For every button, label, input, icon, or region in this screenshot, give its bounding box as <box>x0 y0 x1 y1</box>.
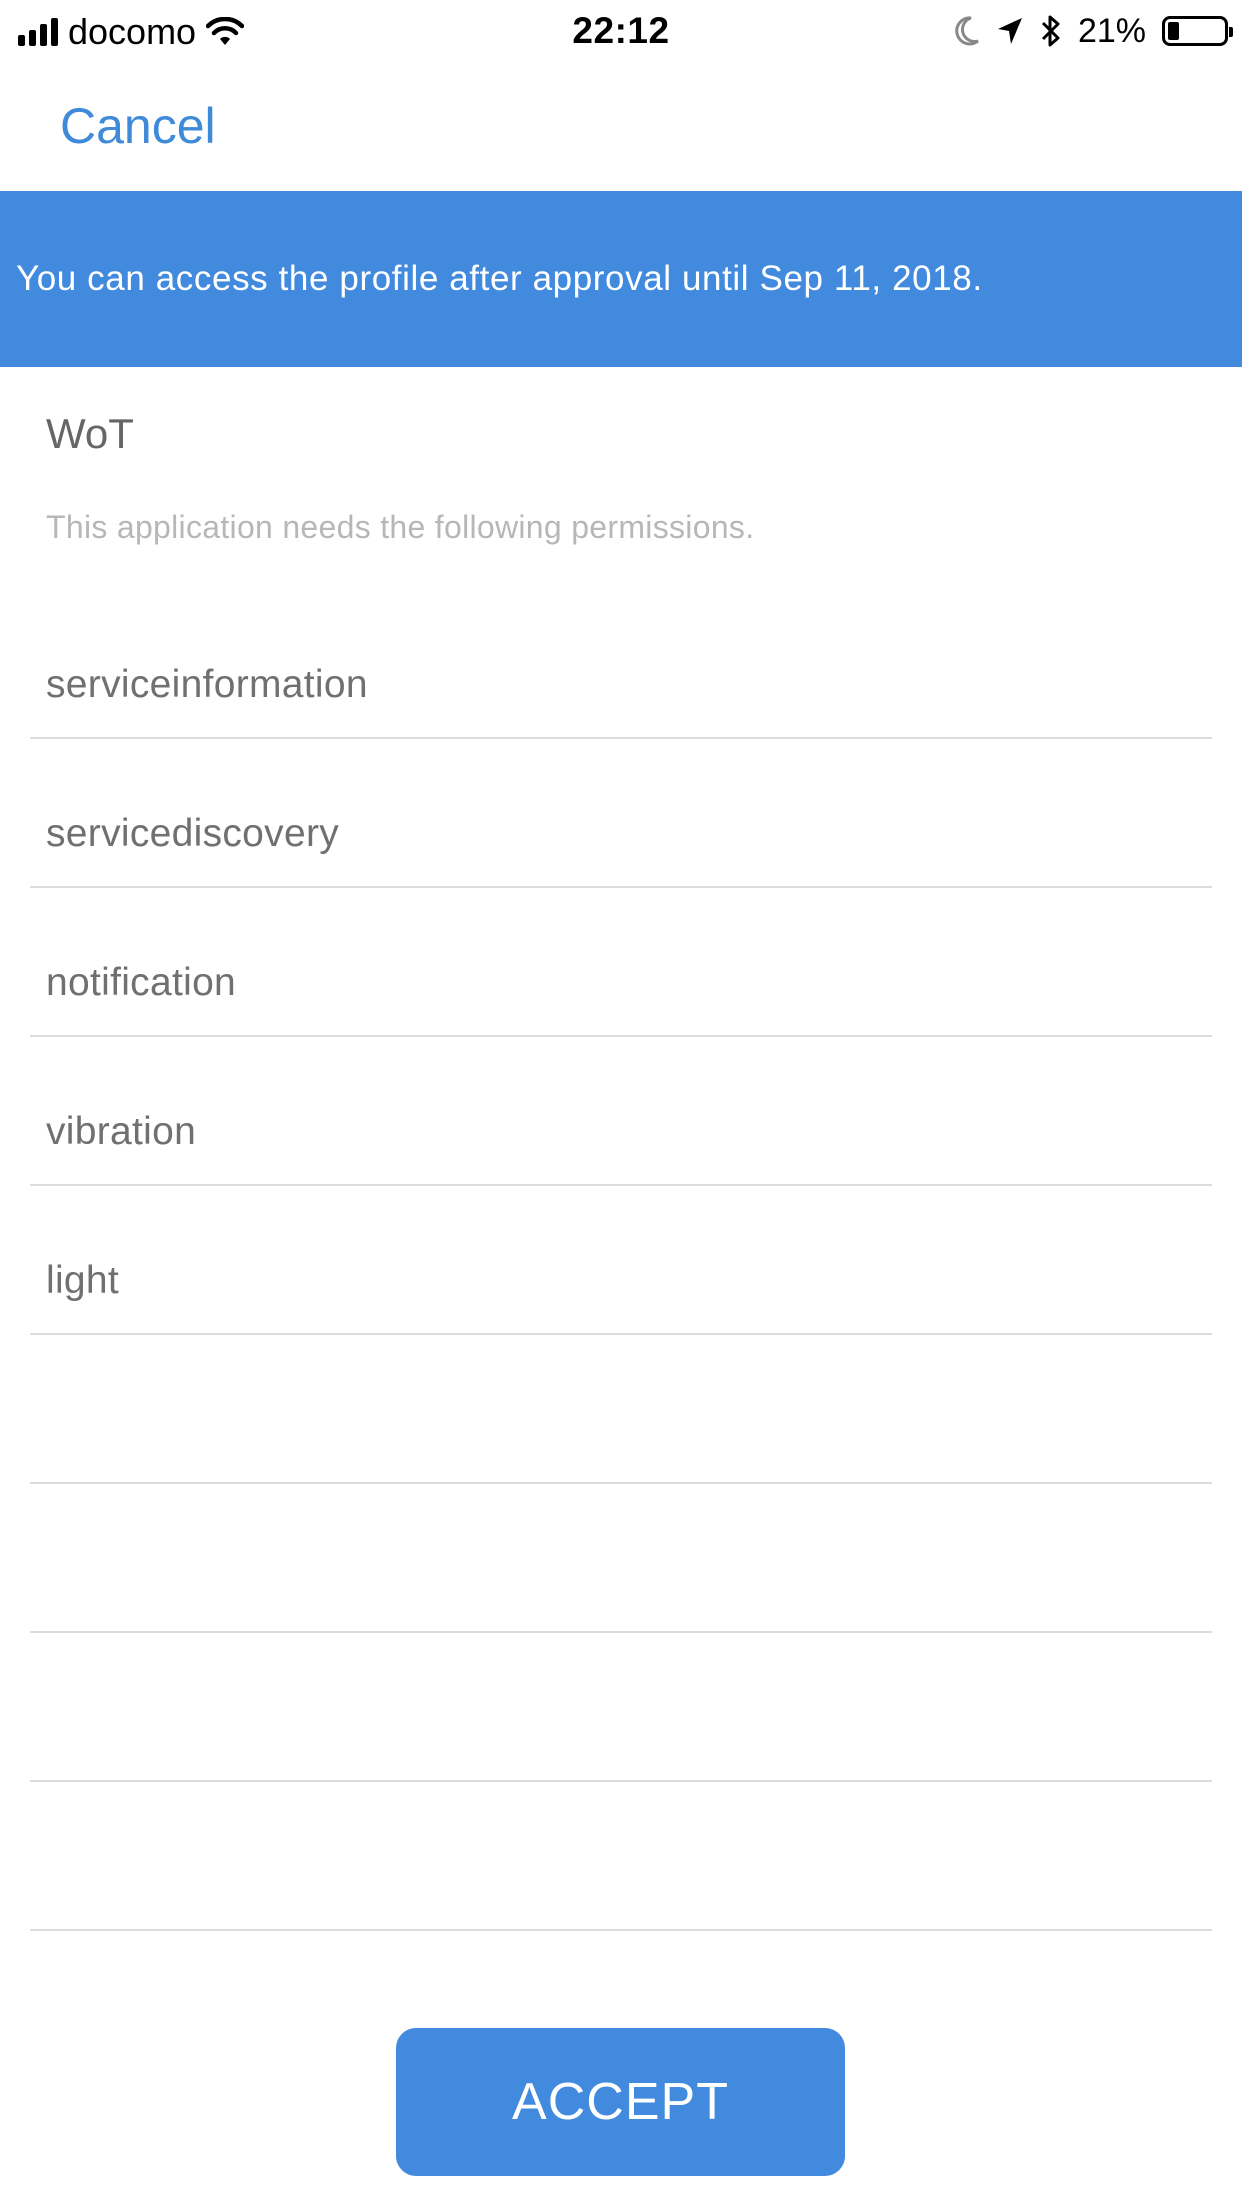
permission-row-empty <box>30 1335 1212 1484</box>
status-right-group: 21% <box>954 10 1233 52</box>
status-bar: docomo 22:12 21% <box>0 0 1242 64</box>
permission-label: light <box>46 1259 120 1302</box>
permission-row: vibration <box>30 1037 1212 1186</box>
location-arrow-icon <box>997 18 1022 44</box>
battery-fill <box>1168 22 1179 40</box>
moon-icon <box>955 16 979 46</box>
permission-label: vibration <box>46 1110 197 1153</box>
app-name: WoT <box>46 410 134 457</box>
approval-banner: You can access the profile after approva… <box>0 191 1242 367</box>
permission-row-empty <box>30 1633 1212 1782</box>
permission-list: serviceinformation servicediscovery noti… <box>30 590 1212 1931</box>
permissions-intro: This application needs the following per… <box>46 509 755 545</box>
battery-icon <box>1162 16 1233 46</box>
permission-label: notification <box>46 961 237 1004</box>
permission-row-empty <box>30 1484 1212 1633</box>
permission-row-empty <box>30 1782 1212 1931</box>
permission-row: notification <box>30 888 1212 1037</box>
accept-button[interactable]: ACCEPT <box>396 2028 845 2176</box>
cancel-button[interactable]: Cancel <box>60 94 216 158</box>
permission-row: servicediscovery <box>30 739 1212 888</box>
bluetooth-icon <box>1041 15 1060 47</box>
banner-text: You can access the profile after approva… <box>16 259 983 298</box>
permission-approval-screen: docomo 22:12 21% Cancel You can access t… <box>0 0 1242 2208</box>
permission-row: serviceinformation <box>30 590 1212 739</box>
permission-label: servicediscovery <box>46 812 340 855</box>
permission-label: serviceinformation <box>46 663 368 706</box>
permission-row: light <box>30 1186 1212 1335</box>
battery-percent: 21% <box>1077 11 1146 50</box>
